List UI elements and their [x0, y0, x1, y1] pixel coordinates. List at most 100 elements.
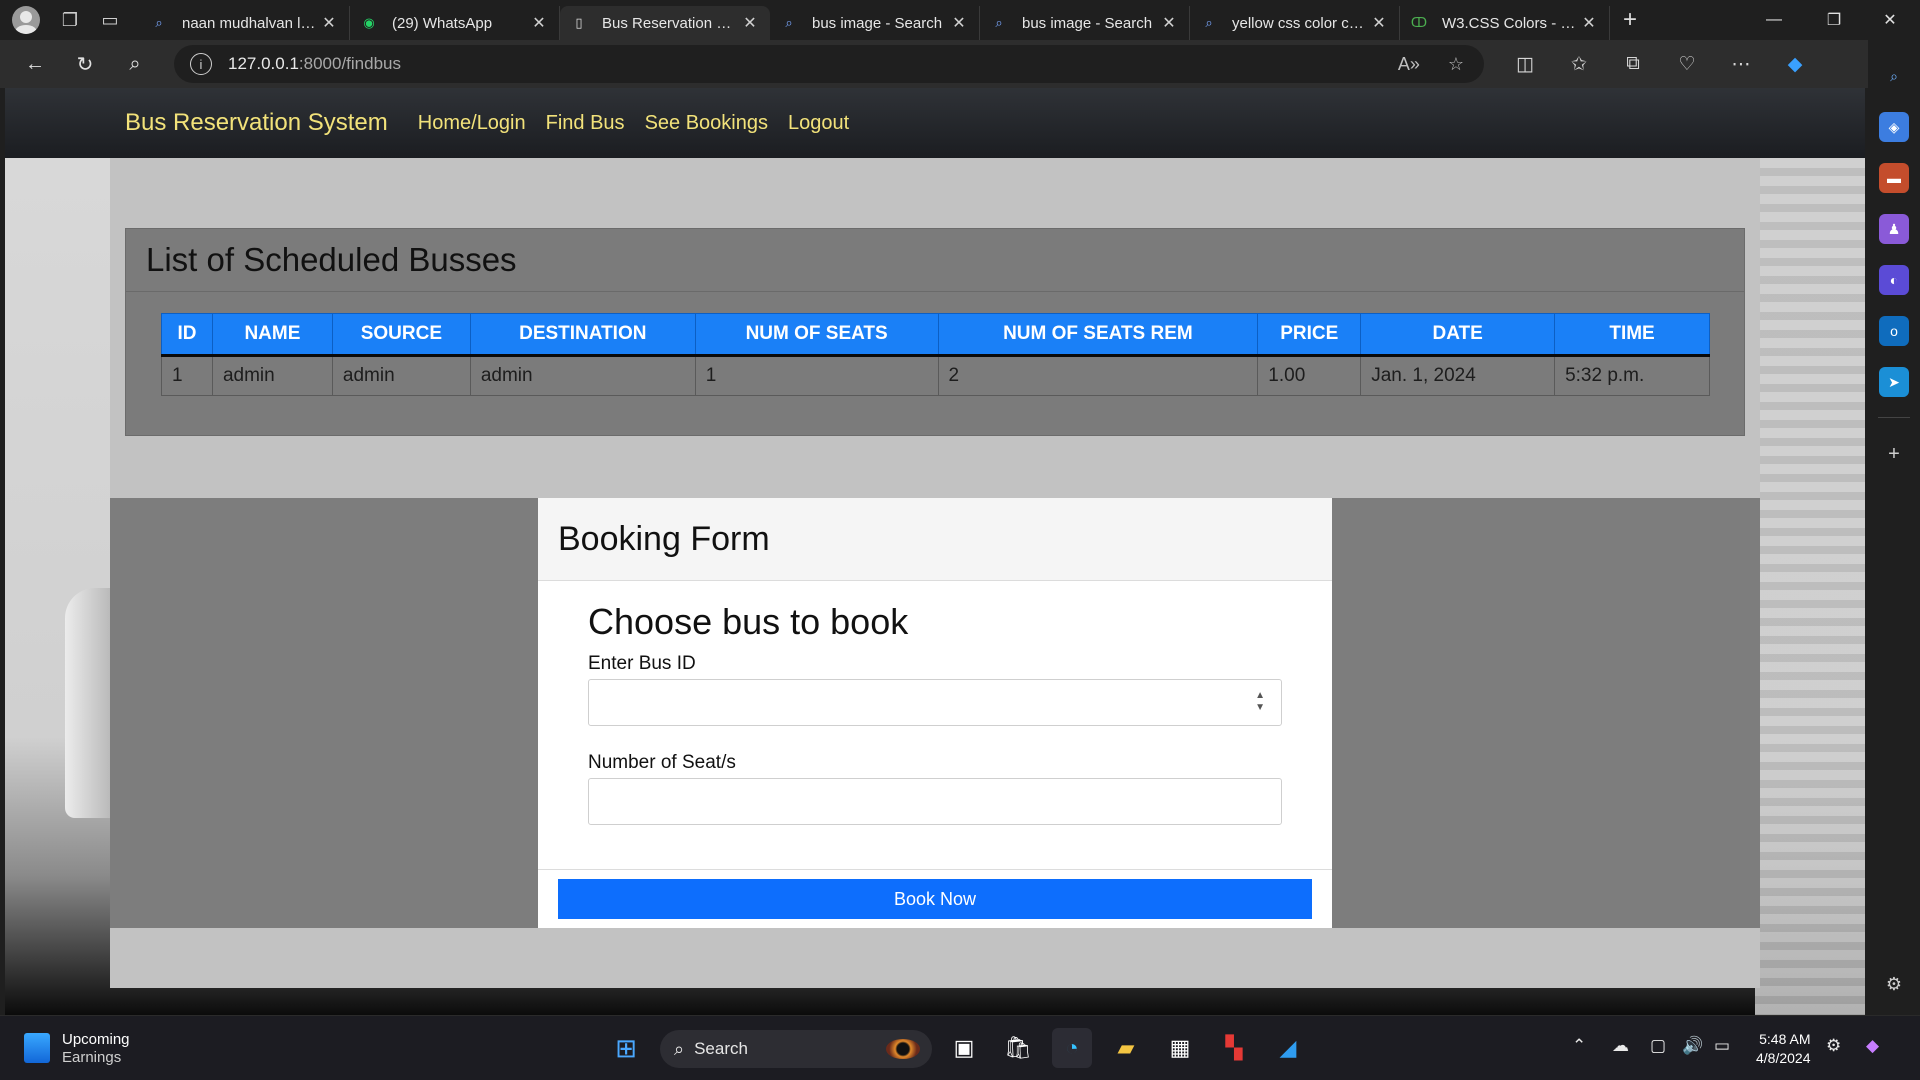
sidebar-search-icon[interactable]: ⌕: [1879, 61, 1909, 91]
stocks-widget-icon: [24, 1033, 50, 1063]
search-highlight-icon: [886, 1039, 920, 1059]
more-menu-icon[interactable]: ⋯: [1714, 53, 1768, 76]
tools-briefcase-icon[interactable]: ▬: [1879, 163, 1909, 193]
edge-sidebar: ⌕ ◈ ▬ ♟ ◐ o ➤ + ⚙: [1868, 40, 1920, 1015]
column-header-time: TIME: [1554, 313, 1710, 357]
tab-naan-mudhalvan[interactable]: ⌕ naan mudhalvan login ✕: [140, 6, 350, 40]
site-info-icon[interactable]: i: [190, 53, 212, 75]
workspaces-icon[interactable]: ❐: [50, 0, 90, 40]
search-icon: ⌕: [674, 1038, 685, 1059]
sidebar-divider: [1878, 417, 1910, 418]
restore-icon[interactable]: ❐: [1806, 0, 1862, 40]
profile-avatar-icon[interactable]: [12, 6, 40, 34]
column-header-id: ID: [161, 313, 213, 357]
close-icon[interactable]: ✕: [1579, 13, 1599, 33]
cell-source: admin: [331, 355, 471, 396]
bus-id-input[interactable]: ▲ ▼: [588, 679, 1282, 726]
battery-icon[interactable]: ▭: [1714, 1036, 1730, 1056]
close-icon[interactable]: ✕: [1369, 13, 1389, 33]
tab-yellow-css[interactable]: ⌕ yellow css color code ✕: [1190, 6, 1400, 40]
search-icon: ⌕: [995, 15, 1003, 30]
back-arrow-icon[interactable]: ←: [10, 44, 60, 84]
close-icon[interactable]: ✕: [740, 13, 760, 33]
task-view-icon[interactable]: ▣: [944, 1028, 984, 1068]
table-row: 1 admin admin admin 1 2 1.00 Jan. 1, 202…: [161, 355, 1710, 396]
column-header-destination: DESTINATION: [469, 313, 696, 357]
copilot-preview-icon[interactable]: ◆: [1866, 1036, 1879, 1056]
main-content: List of Scheduled Busses ID NAME SOURCE …: [110, 158, 1760, 988]
close-icon[interactable]: ✕: [949, 13, 969, 33]
nav-find-bus[interactable]: Find Bus: [546, 112, 625, 135]
vscode-icon[interactable]: ◢: [1268, 1028, 1308, 1068]
seats-input[interactable]: [588, 778, 1282, 825]
show-hidden-icons-chevron-icon[interactable]: ⌃: [1572, 1036, 1586, 1056]
refresh-icon[interactable]: ↻: [60, 44, 110, 84]
widget-title: Upcoming: [62, 1031, 130, 1048]
shopping-tag-icon[interactable]: ◈: [1879, 112, 1909, 142]
network-icon[interactable]: ▢: [1650, 1036, 1666, 1056]
close-icon[interactable]: ✕: [529, 13, 549, 33]
column-header-price: PRICE: [1257, 313, 1362, 357]
onedrive-cloud-icon[interactable]: ☁: [1612, 1036, 1629, 1056]
cell-price: 1.00: [1257, 355, 1362, 396]
column-header-num-seats: NUM OF SEATS: [694, 313, 939, 357]
add-plus-icon[interactable]: +: [1879, 439, 1909, 469]
tab-bus-image-search-2[interactable]: ⌕ bus image - Search ✕: [980, 6, 1190, 40]
edge-browser-icon[interactable]: ◔: [1052, 1028, 1092, 1068]
url-path: :8000/findbus: [298, 54, 401, 73]
nav-see-bookings[interactable]: See Bookings: [645, 112, 768, 135]
microsoft-365-icon[interactable]: ◐: [1879, 265, 1909, 295]
close-icon[interactable]: ✕: [1159, 13, 1179, 33]
brand-link[interactable]: Bus Reservation System: [125, 109, 388, 137]
url-field[interactable]: i 127.0.0.1:8000/findbus A» ☆: [174, 45, 1484, 83]
system-clock[interactable]: 5:48 AM 4/8/2024: [1756, 1030, 1811, 1068]
book-now-button[interactable]: Book Now: [558, 879, 1312, 919]
drop-send-icon[interactable]: ➤: [1879, 367, 1909, 397]
colorful-app-icon[interactable]: ▚: [1214, 1028, 1254, 1068]
booking-form-title: Booking Form: [558, 519, 770, 558]
sidebar-settings-gear-icon[interactable]: ⚙: [1879, 969, 1909, 999]
cell-destination: admin: [469, 355, 696, 396]
tab-bus-image-search-1[interactable]: ⌕ bus image - Search ✕: [770, 6, 980, 40]
close-icon[interactable]: ✕: [319, 13, 339, 33]
tab-whatsapp[interactable]: ◉ (29) WhatsApp ✕: [350, 6, 560, 40]
taskbar-search[interactable]: ⌕ Search: [660, 1030, 932, 1068]
games-icon[interactable]: ♟: [1879, 214, 1909, 244]
tab-w3css-colors[interactable]: ↀ W3.CSS Colors - Ge ✕: [1400, 6, 1610, 40]
minimize-icon[interactable]: —: [1746, 0, 1802, 40]
favorites-icon[interactable]: ✩: [1552, 53, 1606, 76]
page-icon: ▯: [575, 15, 583, 30]
microsoft-store-icon[interactable]: 🛍: [998, 1028, 1038, 1068]
copilot-icon[interactable]: ◆: [1768, 53, 1822, 76]
number-spinner-icon[interactable]: ▲ ▼: [1255, 690, 1265, 714]
volume-icon[interactable]: 🔊: [1682, 1036, 1703, 1056]
bus-id-label: Enter Bus ID: [588, 653, 696, 674]
widgets-button[interactable]: Upcoming Earnings: [24, 1030, 130, 1066]
w3schools-icon: ↀ: [1410, 15, 1428, 30]
search-icon[interactable]: ⌕: [110, 44, 160, 84]
browser-essentials-icon[interactable]: ♡: [1660, 53, 1714, 76]
schedule-title: List of Scheduled Busses: [146, 241, 517, 278]
favorite-star-icon[interactable]: ☆: [1448, 54, 1464, 75]
file-explorer-icon[interactable]: ▰: [1106, 1028, 1146, 1068]
tab-bus-reservation[interactable]: ▯ Bus Reservation System ✕: [560, 6, 770, 40]
read-aloud-icon[interactable]: A»: [1398, 54, 1420, 75]
start-windows-icon[interactable]: ⊞: [606, 1028, 646, 1068]
window-close-icon[interactable]: ✕: [1862, 0, 1918, 40]
tab-title: bus image - Search: [1022, 14, 1153, 32]
nav-logout[interactable]: Logout: [788, 112, 849, 135]
cell-id: 1: [161, 355, 213, 396]
collections-icon[interactable]: ⧉: [1606, 53, 1660, 75]
vertical-tabs-icon[interactable]: ▭: [90, 0, 130, 40]
split-screen-icon[interactable]: ◫: [1498, 53, 1552, 76]
site-navbar: Bus Reservation System Home/Login Find B…: [5, 88, 1865, 158]
clock-time: 5:48 AM: [1759, 1031, 1811, 1047]
settings-gear-icon[interactable]: ⚙: [1826, 1036, 1841, 1056]
new-tab-plus-icon[interactable]: +: [1610, 6, 1650, 34]
outlook-icon[interactable]: o: [1879, 316, 1909, 346]
tab-strip: ❐ ▭ ⌕ naan mudhalvan login ✕ ◉ (29) What…: [0, 0, 1920, 40]
calculator-icon[interactable]: ▦: [1160, 1028, 1200, 1068]
tab-title: W3.CSS Colors - Ge: [1442, 14, 1579, 32]
nav-home-login[interactable]: Home/Login: [418, 112, 526, 135]
cell-num-seats-rem: 2: [937, 355, 1259, 396]
